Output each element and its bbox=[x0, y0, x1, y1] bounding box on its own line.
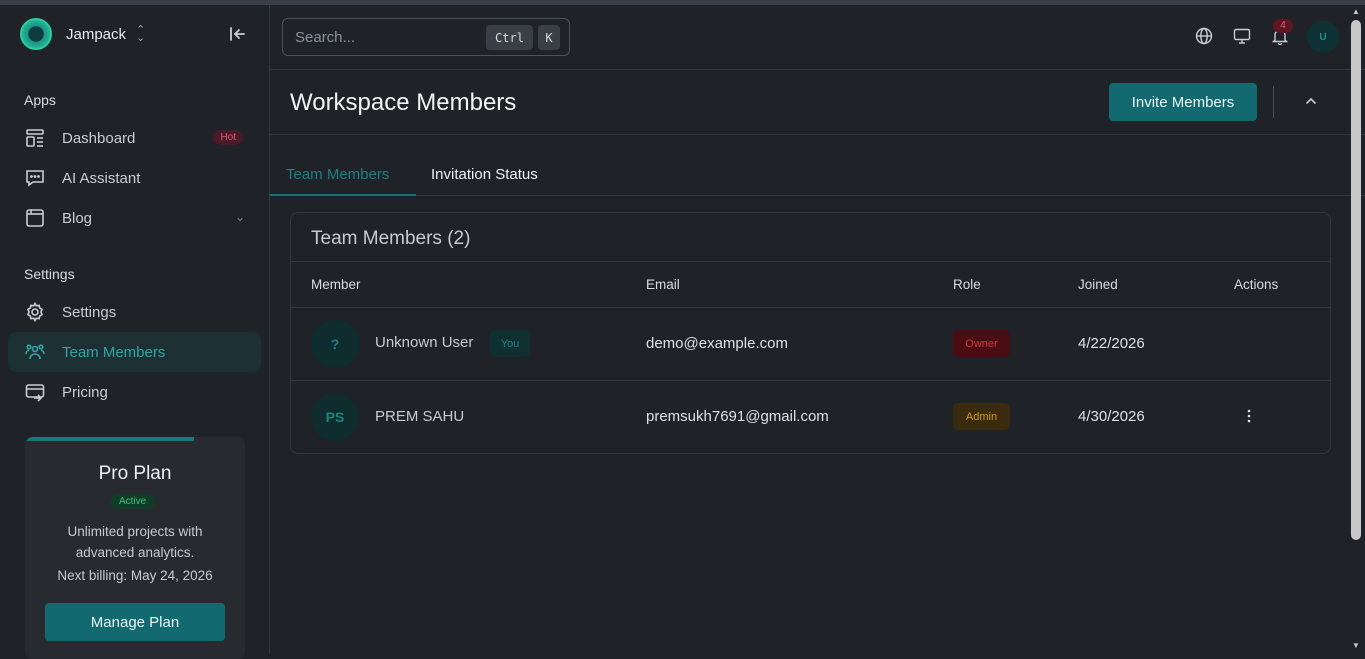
avatar: ? bbox=[311, 320, 359, 368]
collapse-sidebar-icon[interactable] bbox=[228, 25, 248, 45]
chevron-up-icon[interactable] bbox=[1304, 94, 1320, 110]
chevron-down-icon: ⌄ bbox=[234, 210, 245, 224]
avatar: PS bbox=[311, 393, 359, 441]
plan-status-badge: Active bbox=[110, 494, 156, 509]
column-header-member: Member bbox=[311, 277, 361, 292]
role-badge-admin: Admin bbox=[953, 403, 1010, 430]
manage-plan-button[interactable]: Manage Plan bbox=[45, 603, 225, 641]
divider bbox=[291, 380, 1330, 381]
page-header: Workspace Members Invite Members bbox=[270, 70, 1365, 135]
member-name: Unknown User bbox=[375, 334, 474, 351]
shortcut-ctrl-key: Ctrl bbox=[486, 25, 533, 50]
dashboard-icon bbox=[24, 127, 46, 149]
divider bbox=[291, 261, 1330, 262]
plan-title: Pro Plan bbox=[98, 463, 172, 484]
scroll-up-arrow-icon[interactable]: ▲ bbox=[1352, 8, 1360, 16]
tab-bar: Team Members Invitation Status bbox=[270, 157, 1365, 196]
divider bbox=[291, 307, 1330, 308]
brand-logo bbox=[20, 18, 52, 50]
sidebar-item-blog[interactable]: Blog ⌄ bbox=[8, 198, 261, 238]
active-tab-indicator bbox=[270, 194, 416, 196]
chevron-up-down-icon: ⌃ ⌄ bbox=[136, 24, 146, 44]
member-name: PREM SAHU bbox=[375, 408, 465, 425]
chat-icon bbox=[24, 167, 46, 189]
sidebar-item-label: Pricing bbox=[62, 383, 108, 401]
search-box[interactable]: Ctrl K bbox=[282, 18, 570, 56]
app-shell: Jampack ⌃ ⌄ Apps Dashboard Hot AI Assist… bbox=[0, 5, 1365, 659]
plan-next-billing: Next billing: May 24, 2026 bbox=[57, 568, 213, 583]
workspace-name: Jampack bbox=[66, 25, 127, 43]
card-title: Team Members (2) bbox=[311, 228, 471, 249]
page-title: Workspace Members bbox=[290, 89, 517, 116]
plan-usage-bar bbox=[25, 437, 194, 441]
plan-description: Unlimited projects with advanced analyti… bbox=[67, 524, 203, 560]
users-icon bbox=[24, 341, 46, 363]
user-avatar[interactable]: U bbox=[1307, 21, 1339, 53]
sidebar: Jampack ⌃ ⌄ Apps Dashboard Hot AI Assist… bbox=[0, 5, 270, 659]
notification-count-badge: 4 bbox=[1273, 19, 1293, 33]
monitor-icon[interactable] bbox=[1233, 27, 1253, 47]
column-header-joined: Joined bbox=[1078, 277, 1118, 292]
sidebar-item-label: AI Assistant bbox=[62, 169, 141, 187]
settings-section-title: Settings bbox=[24, 266, 75, 282]
workspace-switcher[interactable]: Jampack ⌃ ⌄ bbox=[20, 18, 145, 50]
sidebar-item-label: Team Members bbox=[62, 343, 166, 361]
scrollbar-thumb[interactable] bbox=[1351, 20, 1361, 540]
sidebar-item-ai-assistant[interactable]: AI Assistant bbox=[8, 158, 261, 198]
member-email: premsukh7691@gmail.com bbox=[646, 408, 829, 425]
scroll-down-arrow-icon[interactable]: ▼ bbox=[1352, 642, 1360, 650]
apps-section-title: Apps bbox=[24, 92, 56, 108]
gear-icon bbox=[24, 301, 46, 323]
sidebar-item-label: Blog bbox=[62, 209, 93, 227]
tab-invitation-status[interactable]: Invitation Status bbox=[431, 166, 538, 183]
browser-window-icon bbox=[24, 207, 46, 229]
shortcut-k-key: K bbox=[538, 25, 560, 50]
credit-card-icon bbox=[24, 381, 46, 403]
member-email: demo@example.com bbox=[646, 335, 788, 352]
column-header-email: Email bbox=[646, 277, 680, 292]
topbar: Ctrl K 4 U bbox=[270, 5, 1365, 70]
you-badge: You bbox=[490, 330, 530, 357]
invite-members-button[interactable]: Invite Members bbox=[1109, 83, 1257, 121]
role-badge-owner: Owner bbox=[953, 330, 1010, 357]
joined-date: 4/22/2026 bbox=[1078, 335, 1145, 352]
column-header-actions: Actions bbox=[1234, 277, 1279, 292]
plan-card: Pro Plan Active Unlimited projects with … bbox=[25, 437, 245, 659]
sidebar-item-dashboard[interactable]: Dashboard Hot bbox=[8, 118, 261, 158]
sidebar-item-label: Dashboard bbox=[62, 129, 136, 147]
main-content: Ctrl K 4 U Workspace Membe bbox=[270, 5, 1365, 654]
more-actions-icon[interactable] bbox=[1241, 408, 1257, 424]
sidebar-item-label: Settings bbox=[62, 303, 117, 321]
sidebar-item-pricing[interactable]: Pricing bbox=[8, 372, 261, 412]
globe-icon[interactable] bbox=[1195, 27, 1215, 47]
tab-team-members[interactable]: Team Members bbox=[286, 166, 389, 183]
header-divider bbox=[1273, 86, 1274, 118]
hot-badge: Hot bbox=[213, 130, 243, 145]
joined-date: 4/30/2026 bbox=[1078, 408, 1145, 425]
sidebar-item-settings[interactable]: Settings bbox=[8, 292, 261, 332]
search-input[interactable] bbox=[295, 28, 475, 46]
team-members-card: Team Members (2) Member Email Role Joine… bbox=[290, 212, 1331, 454]
column-header-role: Role bbox=[953, 277, 981, 292]
sidebar-item-team-members[interactable]: Team Members bbox=[8, 332, 261, 372]
